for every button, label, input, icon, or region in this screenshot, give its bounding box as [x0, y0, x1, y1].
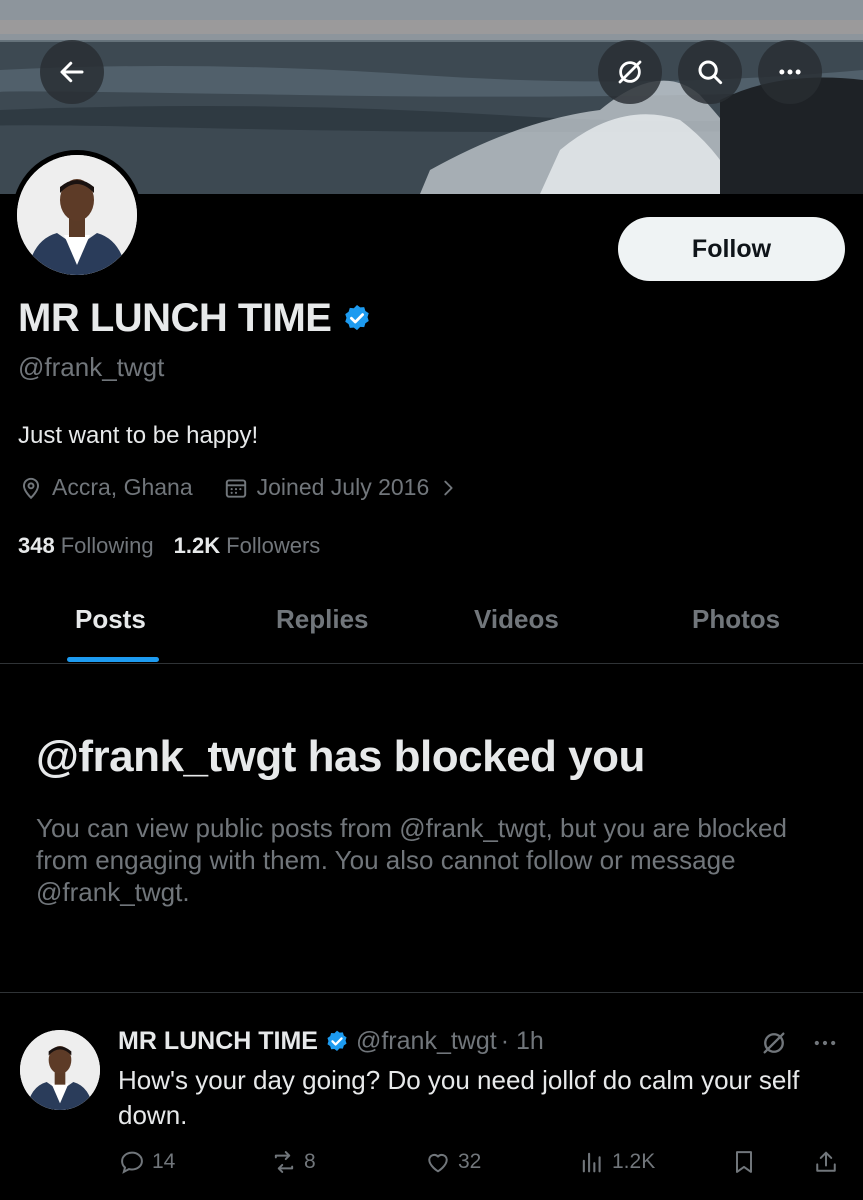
- active-tab-indicator: [67, 657, 159, 662]
- bookmark-button[interactable]: [730, 1148, 758, 1176]
- joined-text: Joined July 2016: [256, 474, 430, 500]
- heart-icon: [428, 1154, 448, 1173]
- grok-icon[interactable]: [760, 1029, 788, 1057]
- bookmark-icon: [736, 1151, 752, 1173]
- profile-meta: Accra, Ghana Joined July 2016: [18, 474, 489, 501]
- location-item: Accra, Ghana: [18, 474, 193, 501]
- repost-count: 8: [304, 1150, 316, 1173]
- post-more-icon[interactable]: [810, 1029, 840, 1057]
- profile-avatar[interactable]: [12, 150, 142, 280]
- verified-badge-icon[interactable]: [341, 303, 373, 335]
- followers-label: Followers: [226, 533, 321, 558]
- profile-name-row: MR LUNCH TIME: [18, 296, 373, 341]
- post-avatar[interactable]: [20, 1030, 100, 1110]
- back-button[interactable]: [40, 40, 104, 104]
- share-button[interactable]: [812, 1148, 840, 1176]
- location-text: Accra, Ghana: [52, 474, 193, 500]
- profile-bio: Just want to be happy!: [18, 422, 259, 449]
- arrow-left-icon: [60, 61, 84, 83]
- post-item[interactable]: MR LUNCH TIME @frank_twgt · 1h How's you…: [0, 993, 863, 1200]
- reply-button[interactable]: 14: [118, 1148, 175, 1176]
- views-count: 1.2K: [612, 1150, 656, 1173]
- grok-button[interactable]: [598, 40, 662, 104]
- avatar-photo: [17, 155, 137, 275]
- post-time: · 1h: [500, 1027, 544, 1055]
- profile-stats: 348 Following 1.2K Followers: [18, 533, 340, 559]
- followers-link[interactable]: 1.2K Followers: [174, 533, 321, 559]
- follow-button[interactable]: Follow: [618, 217, 845, 281]
- joined-item[interactable]: Joined July 2016: [223, 474, 460, 501]
- following-label: Following: [60, 533, 154, 558]
- post-author-handle[interactable]: @frank_twgt: [356, 1027, 497, 1056]
- search-button[interactable]: [678, 40, 742, 104]
- following-link[interactable]: 348 Following: [18, 533, 154, 559]
- repost-button[interactable]: 8: [270, 1148, 316, 1176]
- reply-icon: [121, 1151, 143, 1174]
- post-author-name[interactable]: MR LUNCH TIME: [118, 1027, 318, 1056]
- calendar-icon: [225, 478, 246, 498]
- profile-tabs: Posts Replies Videos Photos: [0, 590, 863, 664]
- post-actions: 14 8 32 1.2K: [118, 1148, 848, 1178]
- grok-icon: [618, 60, 642, 84]
- tab-replies[interactable]: Replies: [276, 604, 369, 635]
- location-pin-icon: [22, 477, 40, 499]
- blocked-title: @frank_twgt has blocked you: [36, 732, 645, 781]
- verified-badge-icon: [327, 1030, 347, 1051]
- views-icon: [582, 1152, 601, 1173]
- post-header: MR LUNCH TIME @frank_twgt · 1h: [118, 1027, 544, 1056]
- like-count: 32: [458, 1150, 482, 1173]
- tab-photos[interactable]: Photos: [692, 604, 780, 635]
- tab-videos[interactable]: Videos: [474, 604, 559, 635]
- followers-count: 1.2K: [173, 533, 221, 558]
- avatar-photo: [20, 1030, 100, 1110]
- share-icon: [816, 1151, 836, 1172]
- profile-name: MR LUNCH TIME: [18, 296, 332, 340]
- following-count: 348: [18, 533, 55, 558]
- repost-icon: [274, 1151, 294, 1173]
- blocked-description: You can view public posts from @frank_tw…: [36, 813, 787, 907]
- more-button[interactable]: [758, 40, 822, 104]
- more-icon: [779, 69, 801, 75]
- views-button[interactable]: 1.2K: [578, 1148, 655, 1176]
- profile-handle: @frank_twgt: [18, 352, 165, 382]
- profile-banner: [0, 0, 863, 194]
- tab-posts[interactable]: Posts: [75, 604, 146, 635]
- reply-count: 14: [152, 1150, 176, 1173]
- chevron-right-icon: [444, 480, 453, 495]
- post-text: How's your day going? Do you need jollof…: [118, 1065, 800, 1130]
- search-icon: [698, 60, 723, 85]
- like-button[interactable]: 32: [424, 1148, 481, 1176]
